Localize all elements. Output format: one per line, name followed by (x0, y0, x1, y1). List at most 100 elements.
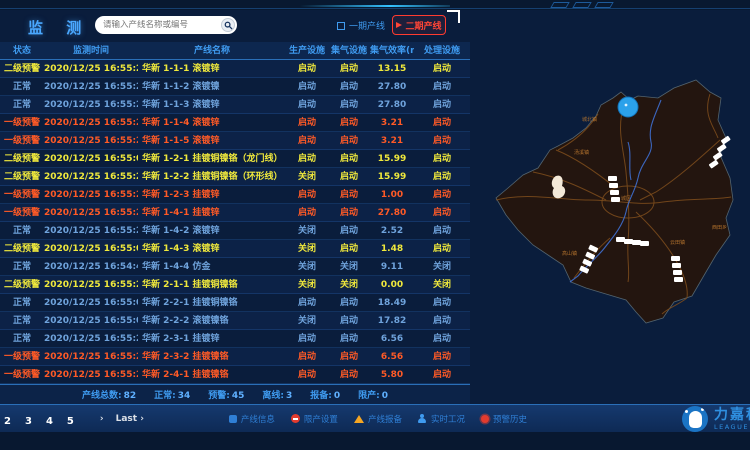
line-name: 华新 1-1-5 滚镀锌 (138, 132, 286, 149)
phase2-label: 二期产线 (405, 19, 441, 32)
treatment-facility-state: 启动 (414, 114, 470, 131)
monitor-time: 2020/12/25 16:55:04 (44, 150, 138, 167)
divider (0, 8, 750, 9)
table-row[interactable]: 正常 2020/12/25 16:55:24 华新 1-4-2 滚镀锌 关闭 启… (0, 222, 470, 240)
page-button[interactable]: 5 (67, 416, 74, 427)
stat-item: 正常:34 (154, 388, 190, 401)
line-name: 华新 2-3-1 挂镀锌 (138, 330, 286, 347)
production-facility-state: 启动 (286, 204, 328, 221)
table-row[interactable]: 一级预警 2020/12/25 16:55:24 华新 2-3-2 挂镀镍铬 启… (0, 348, 470, 366)
gas-efficiency-value: 15.99 (370, 150, 414, 167)
legend-button-noentry[interactable]: 限产设置 (291, 413, 338, 425)
treatment-facility-state: 启动 (414, 330, 470, 347)
status-badge: 二级预警 (0, 60, 44, 77)
column-header: 生产设施 (286, 42, 328, 59)
phase1-checkbox[interactable]: 一期产线 (337, 19, 385, 32)
legend-button-person[interactable]: 实时工况 (418, 413, 465, 425)
legend-button-square[interactable]: 产线信息 (229, 413, 275, 425)
treatment-facility-state: 启动 (414, 168, 470, 185)
phase2-button[interactable]: 二期产线 (392, 15, 446, 35)
status-badge: 正常 (0, 258, 44, 275)
table-row[interactable]: 正常 2020/12/25 16:54:44 华新 1-4-4 仿金 关闭 关闭… (0, 258, 470, 276)
line-name: 华新 1-1-3 滚镀锌 (138, 96, 286, 113)
gas-collection-state: 关闭 (328, 276, 370, 293)
monitor-time: 2020/12/25 16:55:24 (44, 222, 138, 239)
table-row[interactable]: 一级预警 2020/12/25 16:55:24 华新 2-4-1 挂镀镍铬 启… (0, 366, 470, 384)
treatment-facility-state: 启动 (414, 150, 470, 167)
map-place-label: 高山镇 (562, 250, 577, 257)
stat-value: 34 (178, 391, 191, 401)
table-row[interactable]: 一级预警 2020/12/25 16:55:24 华新 1-1-4 滚镀锌 启动… (0, 114, 470, 132)
search-icon[interactable] (221, 18, 235, 32)
gas-efficiency-value: 18.49 (370, 294, 414, 311)
status-badge: 一级预警 (0, 204, 44, 221)
legend-button-triangle[interactable]: 产线报备 (354, 413, 402, 425)
table-row[interactable]: 二级预警 2020/12/25 16:55:04 华新 1-2-1 挂镀铜镍铬（… (0, 150, 470, 168)
line-name: 华新 1-1-4 滚镀锌 (138, 114, 286, 131)
checkbox-icon[interactable] (337, 22, 345, 30)
line-name: 华新 1-4-3 滚镀锌 (138, 240, 286, 257)
line-name: 华新 1-2-1 挂镀铜镍铬（龙门线） (138, 150, 286, 167)
table-row[interactable]: 正常 2020/12/25 16:55:24 华新 1-1-3 滚镀锌 启动 启… (0, 96, 470, 114)
table-row[interactable]: 一级预警 2020/12/25 16:55:24 华新 1-2-3 挂镀锌 启动… (0, 186, 470, 204)
treatment-facility-state: 启动 (414, 240, 470, 257)
logo-icon (682, 406, 708, 432)
line-name: 华新 1-2-3 挂镀锌 (138, 186, 286, 203)
production-facility-state: 启动 (286, 348, 328, 365)
page-button[interactable]: 2 (4, 416, 11, 427)
gas-collection-state: 启动 (328, 366, 370, 383)
line-name: 华新 1-4-1 挂镀锌 (138, 204, 286, 221)
district-map[interactable]: 城北镇汤溪镇城区西田乡高山镇云田镇 (478, 50, 750, 355)
stat-item: 预警:45 (208, 388, 244, 401)
page-button[interactable]: 3 (25, 416, 32, 427)
line-name: 华新 1-4-4 仿金 (138, 258, 286, 275)
treatment-facility-state: 关闭 (414, 258, 470, 275)
pagination: 2 3 4 5 › Last › (4, 409, 144, 428)
treatment-facility-state: 启动 (414, 294, 470, 311)
table-row[interactable]: 一级预警 2020/12/25 16:55:24 华新 1-1-5 滚镀锌 启动… (0, 132, 470, 150)
monitor-time: 2020/12/25 16:55:24 (44, 78, 138, 95)
table-row[interactable]: 正常 2020/12/25 16:55:24 华新 2-3-1 挂镀锌 启动 启… (0, 330, 470, 348)
bottom-bar: 2 3 4 5 › Last › 产线信息 限产设置 产线报备 实时工况 预警历史 (0, 404, 750, 432)
page-button[interactable]: 4 (46, 416, 53, 427)
table-row[interactable]: 正常 2020/12/25 16:55:04 华新 2-2-2 滚镀镍铬 关闭 … (0, 312, 470, 330)
monitoring-dashboard: { "header": { "title": "监 测", "search": … (0, 0, 750, 450)
treatment-facility-state: 启动 (414, 186, 470, 203)
map-marker-blue[interactable] (618, 97, 638, 117)
flag-icon (396, 22, 402, 28)
treatment-facility-state: 关闭 (414, 276, 470, 293)
toolbar: 监 测 一期产线 二期产线 (0, 10, 470, 42)
production-facility-state: 关闭 (286, 222, 328, 239)
table-row[interactable]: 二级预警 2020/12/25 16:55:24 华新 1-1-1 滚镀锌 启动… (0, 60, 470, 78)
gas-collection-state: 启动 (328, 186, 370, 203)
monitor-time: 2020/12/25 16:55:04 (44, 312, 138, 329)
table-row[interactable]: 二级预警 2020/12/25 16:55:24 华新 2-1-1 挂镀铜镍铬 … (0, 276, 470, 294)
line-name: 华新 2-2-1 挂镀铜镍铬 (138, 294, 286, 311)
last-page-button[interactable]: Last › (116, 414, 144, 424)
gas-efficiency-value: 27.80 (370, 96, 414, 113)
stat-label: 报备: (310, 391, 332, 401)
production-facility-state: 启动 (286, 78, 328, 95)
map-place-label: 云田镇 (670, 239, 685, 246)
status-badge: 二级预警 (0, 150, 44, 167)
gas-collection-state: 启动 (328, 60, 370, 77)
status-badge: 一级预警 (0, 348, 44, 365)
search-input[interactable] (103, 20, 221, 30)
table-row[interactable]: 正常 2020/12/25 16:55:04 华新 2-2-1 挂镀铜镍铬 启动… (0, 294, 470, 312)
status-badge: 二级预警 (0, 276, 44, 293)
legend-button-dotred[interactable]: 预警历史 (481, 413, 527, 425)
monitor-time: 2020/12/25 16:55:24 (44, 330, 138, 347)
table-row[interactable]: 二级预警 2020/12/25 16:55:04 华新 1-4-3 滚镀锌 关闭… (0, 240, 470, 258)
next-page-button[interactable]: › (100, 414, 104, 424)
monitor-time: 2020/12/25 16:54:44 (44, 258, 138, 275)
table-row[interactable]: 二级预警 2020/12/25 16:55:24 华新 1-2-2 挂镀铜镍铬（… (0, 168, 470, 186)
status-badge: 二级预警 (0, 168, 44, 185)
table-row[interactable]: 一级预警 2020/12/25 16:55:24 华新 1-4-1 挂镀锌 启动… (0, 204, 470, 222)
status-badge: 二级预警 (0, 240, 44, 257)
map-place-label: 西田乡 (712, 225, 727, 231)
gas-collection-state: 启动 (328, 150, 370, 167)
treatment-facility-state: 启动 (414, 132, 470, 149)
dotred-icon (481, 415, 489, 423)
table-row[interactable]: 正常 2020/12/25 16:55:24 华新 1-1-2 滚镀镍 启动 启… (0, 78, 470, 96)
stat-item: 产线总数:82 (82, 388, 136, 401)
